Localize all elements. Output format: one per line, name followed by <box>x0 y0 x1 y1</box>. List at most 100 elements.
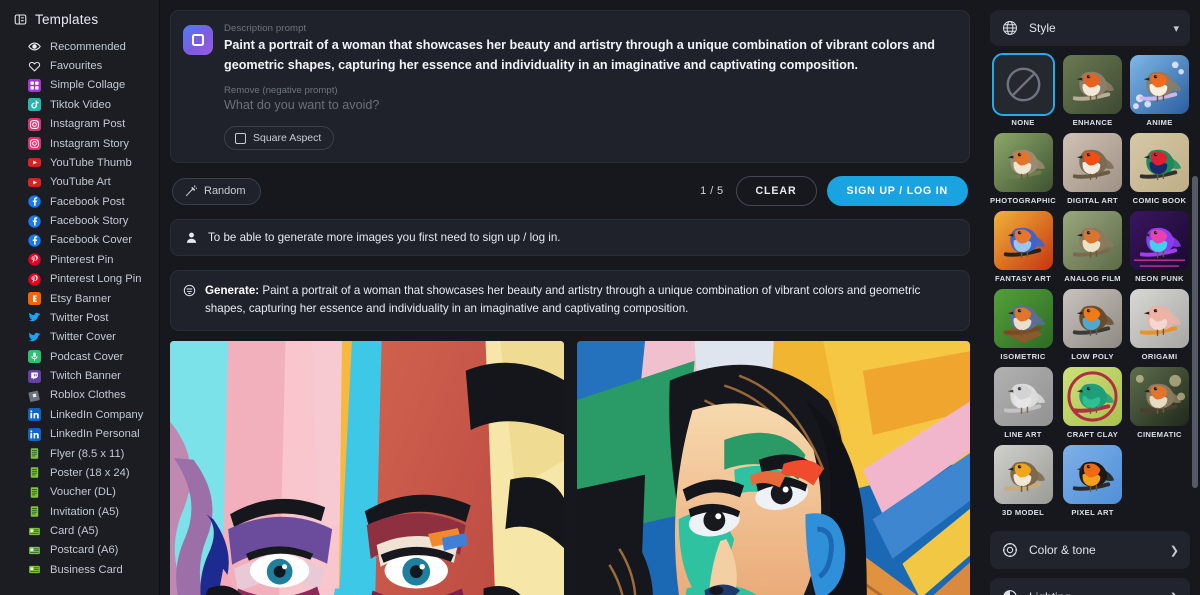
sidebar-item-twitch-banner[interactable]: Twitch Banner <box>0 366 159 385</box>
style-option-label: LINE ART <box>1004 430 1042 439</box>
style-option-comic-book[interactable]: COMIC BOOK <box>1129 133 1190 205</box>
sidebar-item-business-card[interactable]: Business Card <box>0 560 159 579</box>
sidebar-item-linkedin-company[interactable]: LinkedIn Company <box>0 405 159 424</box>
chevron-down-icon[interactable]: ▾ <box>1173 22 1179 35</box>
sidebar-item-label: YouTube Art <box>50 176 111 189</box>
templates-sidebar: Templates Recommended Favourites Simple Co… <box>0 0 160 595</box>
sidebar-item-simple-collage[interactable]: Simple Collage <box>0 76 159 95</box>
style-thumbnail[interactable] <box>1063 55 1123 114</box>
sidebar-item-tiktok-video[interactable]: Tiktok Video <box>0 95 159 114</box>
generated-image-2[interactable] <box>576 340 970 595</box>
style-thumbnail[interactable] <box>1130 55 1190 114</box>
description-prompt-text[interactable]: Paint a portrait of a woman that showcas… <box>224 36 955 75</box>
style-thumbnail[interactable] <box>993 211 1053 270</box>
style-thumbnail[interactable] <box>1130 289 1190 348</box>
style-option-cinematic[interactable]: CINEMATIC <box>1129 367 1190 439</box>
style-option-anime[interactable]: ANIME <box>1129 55 1190 127</box>
app-root: Templates Recommended Favourites Simple Co… <box>0 0 1200 595</box>
sidebar-item-pinterest-pin[interactable]: Pinterest Pin <box>0 250 159 269</box>
sidebar-item-roblox-clothes[interactable]: Roblox Clothes <box>0 386 159 405</box>
style-option-line-art[interactable]: LINE ART <box>990 367 1056 439</box>
section-color-tone[interactable]: Color & tone ❯ <box>990 531 1190 569</box>
random-button[interactable]: Random <box>172 177 261 205</box>
sidebar-item-youtube-art[interactable]: YouTube Art <box>0 173 159 192</box>
sidebar-item-facebook-post[interactable]: Facebook Post <box>0 192 159 211</box>
generated-image-1[interactable] <box>170 340 564 595</box>
style-option-neon-punk[interactable]: NEON PUNK <box>1129 211 1190 283</box>
style-panel-scrollbar[interactable] <box>1192 176 1198 488</box>
sidebar-item-list: Recommended Favourites Simple Collage Tikto… <box>0 37 159 580</box>
sidebar-item-label: Etsy Banner <box>50 292 111 305</box>
style-thumbnail[interactable] <box>1130 367 1190 426</box>
style-option-label: ANIME <box>1146 118 1173 127</box>
sidebar-item-instagram-post[interactable]: Instagram Post <box>0 115 159 134</box>
sidebar-item-facebook-story[interactable]: Facebook Story <box>0 211 159 230</box>
sidebar-item-voucher-dl[interactable]: Voucher (DL) <box>0 483 159 502</box>
style-option-digital-art[interactable]: DIGITAL ART <box>1062 133 1123 205</box>
style-option-none[interactable]: NONE <box>990 53 1056 127</box>
style-thumbnail[interactable] <box>993 445 1053 504</box>
sidebar-item-poster-18-x-24[interactable]: Poster (18 x 24) <box>0 463 159 482</box>
style-option-pixel-art[interactable]: PIXEL ART <box>1062 445 1123 517</box>
style-option-3d-model[interactable]: 3D MODEL <box>990 445 1056 517</box>
sidebar-item-postcard-a6[interactable]: Postcard (A6) <box>0 541 159 560</box>
sidebar-item-label: LinkedIn Personal <box>50 428 140 441</box>
clear-button[interactable]: CLEAR <box>735 176 817 207</box>
sidebar-item-linkedin-personal[interactable]: LinkedIn Personal <box>0 425 159 444</box>
style-thumbnail[interactable] <box>1130 133 1190 192</box>
style-option-label: NEON PUNK <box>1135 274 1184 283</box>
facebook-icon <box>28 214 41 228</box>
style-thumbnail[interactable] <box>1063 445 1123 504</box>
style-option-low-poly[interactable]: LOW POLY <box>1062 289 1123 361</box>
panel-layout-icon <box>14 13 27 26</box>
style-thumbnail[interactable] <box>993 367 1053 426</box>
sidebar-item-twitter-post[interactable]: Twitter Post <box>0 308 159 327</box>
style-option-label: PIXEL ART <box>1071 508 1114 517</box>
sidebar-item-podcast-cover[interactable]: Podcast Cover <box>0 347 159 366</box>
sidebar-item-etsy-banner[interactable]: Etsy Banner <box>0 289 159 308</box>
sidebar-item-label: Roblox Clothes <box>50 389 126 402</box>
sidebar-item-youtube-thumb[interactable]: YouTube Thumb <box>0 153 159 172</box>
document-icon <box>28 447 41 460</box>
style-thumbnail[interactable] <box>993 133 1053 192</box>
style-thumbnail[interactable] <box>1063 367 1123 426</box>
section-lighting[interactable]: Lighting ❯ <box>990 578 1190 595</box>
style-option-fantasy-art[interactable]: FANTASY ART <box>990 211 1056 283</box>
style-section-header[interactable]: Style ▾ <box>990 10 1190 46</box>
sidebar-item-twitter-cover[interactable]: Twitter Cover <box>0 328 159 347</box>
style-option-origami[interactable]: ORIGAMI <box>1129 289 1190 361</box>
generate-summary-card: Generate: Paint a portrait of a woman th… <box>170 270 970 331</box>
sidebar-item-recommended[interactable]: Recommended <box>0 37 159 56</box>
chevron-right-icon[interactable]: ❯ <box>1170 591 1179 595</box>
sidebar-item-card-a5[interactable]: Card (A5) <box>0 521 159 540</box>
sidebar-item-instagram-story[interactable]: Instagram Story <box>0 134 159 153</box>
signup-login-button[interactable]: SIGN UP / LOG IN <box>826 176 968 207</box>
style-thumbnail[interactable] <box>1063 133 1123 192</box>
style-option-label: CRAFT CLAY <box>1066 430 1119 439</box>
style-option-photographic[interactable]: PHOTOGRAPHIC <box>990 133 1056 205</box>
style-option-craft-clay[interactable]: CRAFT CLAY <box>1062 367 1123 439</box>
style-thumbnail[interactable] <box>1130 211 1190 270</box>
adjustment-sections: Color & tone❯Lighting❯Composition❯ <box>990 531 1190 595</box>
sidebar-item-flyer-8-5-x-11[interactable]: Flyer (8.5 x 11) <box>0 444 159 463</box>
style-option-label: 3D MODEL <box>1002 508 1045 517</box>
sidebar-item-label: Instagram Post <box>50 118 126 131</box>
sidebar-item-invitation-a5[interactable]: Invitation (A5) <box>0 502 159 521</box>
style-option-enhance[interactable]: ENHANCE <box>1062 55 1123 127</box>
sidebar-item-pinterest-long-pin[interactable]: Pinterest Long Pin <box>0 270 159 289</box>
description-prompt-label: Description prompt <box>224 23 307 34</box>
style-option-isometric[interactable]: ISOMETRIC <box>990 289 1056 361</box>
style-thumbnail[interactable] <box>1063 211 1123 270</box>
chevron-right-icon[interactable]: ❯ <box>1170 544 1179 557</box>
sidebar-item-favourites[interactable]: Favourites <box>0 56 159 75</box>
sidebar-item-facebook-cover[interactable]: Facebook Cover <box>0 231 159 250</box>
style-thumbnail[interactable] <box>1063 289 1123 348</box>
negative-prompt-input[interactable]: What do you want to avoid? <box>224 98 955 112</box>
sidebar-item-label: LinkedIn Company <box>50 408 144 421</box>
style-thumbnail[interactable] <box>991 53 1055 116</box>
style-option-label: ORIGAMI <box>1141 352 1178 361</box>
style-thumbnail[interactable] <box>993 289 1053 348</box>
style-option-analog-film[interactable]: ANALOG FILM <box>1062 211 1123 283</box>
youtube-icon <box>28 176 41 189</box>
square-aspect-button[interactable]: Square Aspect <box>224 126 335 151</box>
